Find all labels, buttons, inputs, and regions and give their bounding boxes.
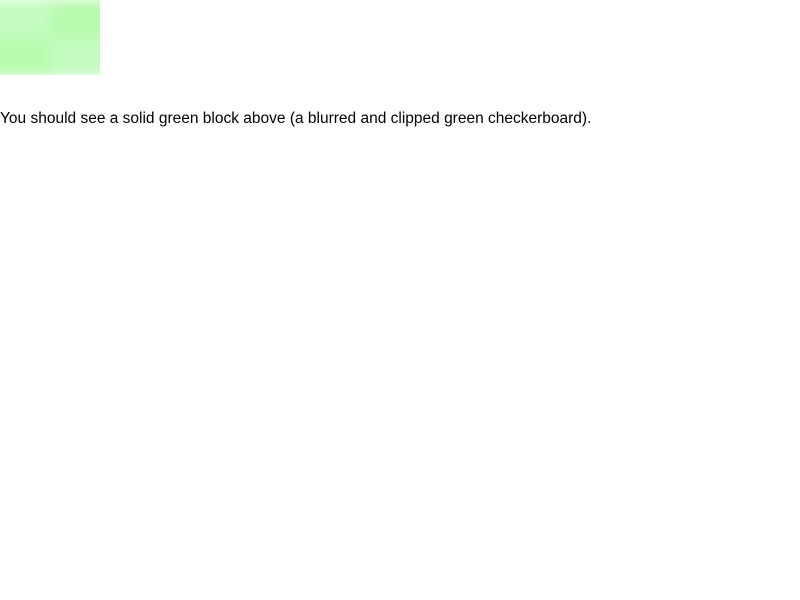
green-block <box>0 0 100 75</box>
checker-cell <box>50 38 100 75</box>
instruction-text: You should see a solid green block above… <box>0 110 592 127</box>
checker-cell <box>0 0 50 38</box>
checker-cell <box>0 38 50 75</box>
green-checkerboard <box>0 0 100 75</box>
checker-cell <box>50 0 100 38</box>
